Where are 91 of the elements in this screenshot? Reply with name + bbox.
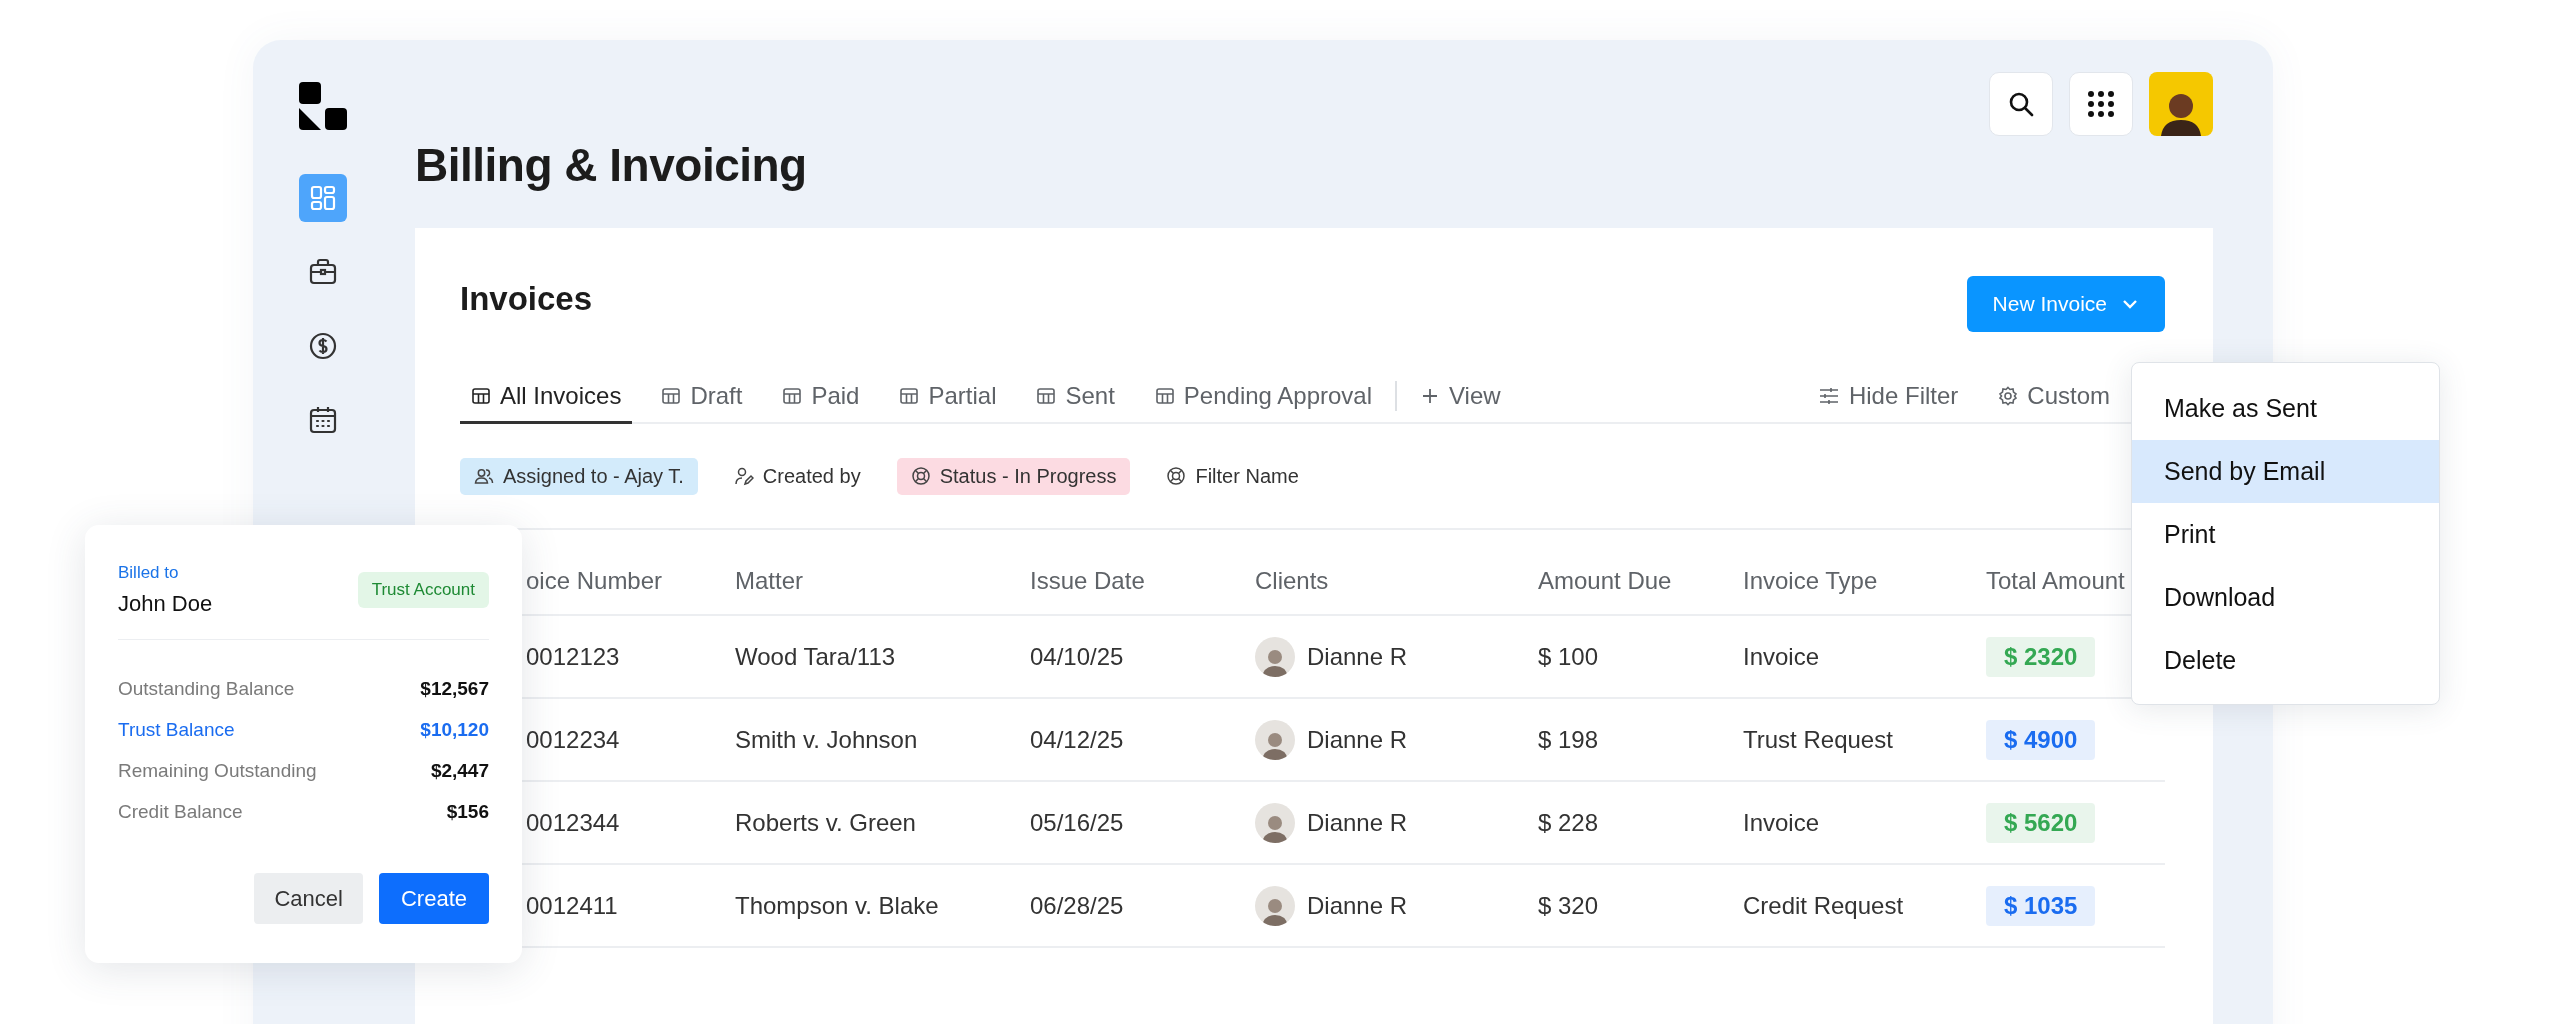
customize-button[interactable]: Custom (1987, 370, 2121, 424)
dollar-icon (308, 331, 338, 361)
table-icon (782, 385, 803, 406)
hide-filter-button[interactable]: Hide Filter (1806, 370, 1970, 424)
column-header: Clients (1255, 567, 1330, 595)
filter-option[interactable]: Filter Name (1152, 457, 1313, 495)
view-tab[interactable]: Sent (1025, 370, 1126, 424)
client-name: Dianne R (1307, 642, 1408, 671)
balance-value: $12,567 (420, 678, 489, 700)
dashboard-nav-button[interactable] (299, 174, 347, 222)
view-tab[interactable]: Paid (771, 370, 871, 424)
grid-icon (2087, 90, 2115, 118)
users-icon (474, 466, 494, 486)
section-title: Invoices (460, 280, 593, 318)
lifebuoy-icon (910, 466, 931, 486)
table-icon (1036, 385, 1057, 406)
column-header: Matter (735, 567, 804, 595)
table-cell-text: Invoice (1743, 642, 1821, 671)
table-cell-text: $ 198 (1537, 725, 1600, 754)
total-amount-badge: $ 5620 (1986, 802, 2096, 843)
trust-account-badge: Trust Account (357, 572, 489, 608)
balance-value: $156 (446, 801, 489, 823)
calendar-icon (308, 405, 338, 435)
client-name: John Doe (118, 591, 213, 617)
filter-chip[interactable]: Assigned to - Ajay T. (460, 457, 698, 495)
dashboard-icon (309, 184, 337, 212)
total-amount-badge: $ 4900 (1986, 719, 2096, 760)
balance-label: Remaining Outstanding (118, 760, 317, 782)
table-cell-text: Roberts v. Green (735, 808, 917, 837)
client-name: Dianne R (1307, 725, 1408, 754)
column-header: Invoice Type (1743, 567, 1879, 595)
invoice-number: 0012344 (526, 808, 620, 837)
menu-item[interactable]: Send by Email (2132, 440, 2439, 503)
menu-item[interactable]: Print (2132, 503, 2439, 566)
table-cell-text: Credit Request (1743, 891, 1905, 920)
balance-value: $2,447 (430, 760, 489, 782)
table-cell-text: $ 320 (1537, 891, 1600, 920)
table-icon (661, 385, 682, 406)
table-icon (471, 385, 491, 406)
table-icon (899, 385, 920, 406)
menu-item[interactable]: Make as Sent (2132, 377, 2439, 440)
create-button[interactable]: Create (378, 873, 489, 924)
total-amount-badge: $ 1035 (1986, 885, 2096, 926)
column-header: Amount Due (1537, 567, 1673, 595)
lifebuoy-icon (1166, 466, 1187, 486)
table-cell-text: Invoice (1743, 808, 1821, 837)
column-header: Total Amount (1986, 567, 2126, 595)
table-cell-text: $ 228 (1537, 808, 1600, 837)
cancel-button[interactable]: Cancel (254, 873, 363, 924)
sliders-icon (1817, 385, 1840, 406)
menu-item[interactable]: Delete (2132, 629, 2439, 692)
table-cell-text: 04/10/25 (1030, 642, 1125, 671)
billed-to-label: Billed to (118, 563, 180, 583)
client-name: Dianne R (1307, 891, 1408, 920)
balance-label: Outstanding Balance (118, 678, 295, 700)
table-cell-text: 06/28/25 (1030, 891, 1125, 920)
balance-value: $10,120 (420, 719, 489, 741)
filter-option[interactable]: Created by (719, 457, 875, 495)
table-cell-text: Thompson v. Blake (735, 891, 940, 920)
person-edit-icon (733, 466, 754, 486)
apps-menu-button[interactable] (2069, 72, 2133, 136)
add-view-button[interactable]: View (1409, 370, 1512, 424)
table-icon (1154, 385, 1175, 406)
user-avatar[interactable] (2149, 72, 2213, 136)
table-cell-text: Wood Tara/113 (735, 642, 897, 671)
search-icon (2007, 90, 2035, 118)
invoice-number: 0012123 (526, 642, 620, 671)
view-tab[interactable]: Partial (888, 370, 1008, 424)
client-name: Dianne R (1307, 808, 1408, 837)
menu-item[interactable]: Download (2132, 566, 2439, 629)
balance-label: Trust Balance (118, 719, 235, 741)
page-title: Billing & Invoicing (415, 138, 807, 192)
invoice-number: 0012234 (526, 725, 620, 754)
total-amount-badge: $ 2320 (1986, 636, 2096, 677)
table-cell-text: Smith v. Johnson (735, 725, 919, 754)
table-cell-text: 05/16/25 (1030, 808, 1125, 837)
search-button[interactable] (1989, 72, 2053, 136)
table-cell-text: $ 100 (1537, 642, 1600, 671)
table-cell-text: Trust Request (1743, 725, 1894, 754)
logo-icon (299, 82, 347, 130)
invoice-number: 0012411 (526, 891, 618, 920)
chevron-down-icon (2121, 298, 2139, 310)
table-cell-text: 04/12/25 (1030, 725, 1125, 754)
column-header: Issue Date (1030, 567, 1146, 595)
settings-icon (1998, 385, 2019, 406)
view-tab[interactable]: Pending Approval (1143, 370, 1383, 424)
filter-chip[interactable]: Status - In Progress (896, 457, 1131, 495)
view-tab[interactable]: All Invoices (460, 370, 633, 424)
view-tab[interactable]: Draft (650, 370, 754, 424)
briefcase-icon (308, 257, 338, 287)
balance-label: Credit Balance (118, 801, 243, 823)
